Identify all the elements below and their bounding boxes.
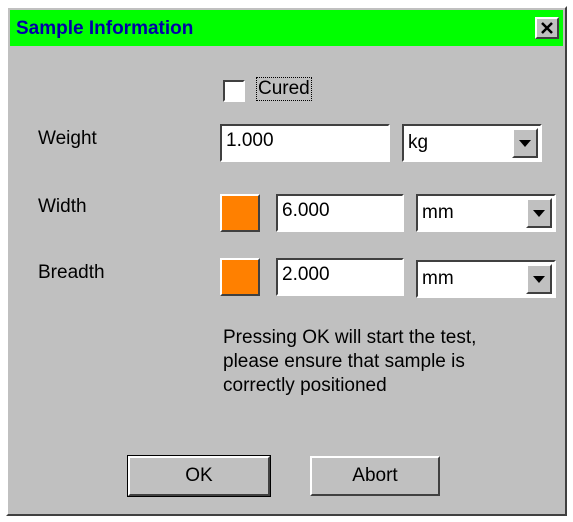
close-button[interactable] bbox=[535, 17, 559, 39]
breadth-label: Breadth bbox=[38, 262, 105, 283]
info-message-line-2: please ensure that sample is bbox=[223, 351, 465, 372]
weight-label: Weight bbox=[38, 128, 97, 149]
width-unit-value: mm bbox=[422, 202, 454, 223]
chevron-down-icon bbox=[533, 209, 545, 217]
width-label: Width bbox=[38, 196, 87, 217]
info-message: Pressing OK will start the test, please … bbox=[223, 326, 523, 398]
info-message-line-1: Pressing OK will start the test, bbox=[223, 327, 477, 348]
breadth-unit-dropdown-button[interactable] bbox=[526, 264, 552, 294]
breadth-input[interactable]: 2.000 bbox=[276, 258, 404, 296]
breadth-color-swatch[interactable] bbox=[220, 258, 260, 296]
sample-information-dialog: Sample Information Cured Weight 1.000 kg… bbox=[6, 6, 567, 516]
chevron-down-icon bbox=[533, 275, 545, 283]
width-color-swatch[interactable] bbox=[220, 194, 260, 232]
cured-label[interactable]: Cured bbox=[256, 77, 312, 101]
weight-unit-select[interactable]: kg bbox=[402, 124, 542, 162]
breadth-unit-value: mm bbox=[422, 268, 454, 289]
width-input[interactable]: 6.000 bbox=[276, 194, 404, 232]
info-message-line-3: correctly positioned bbox=[223, 375, 387, 396]
weight-unit-value: kg bbox=[408, 132, 429, 153]
title-bar[interactable]: Sample Information bbox=[10, 10, 563, 46]
weight-unit-dropdown-button[interactable] bbox=[512, 128, 538, 158]
cured-checkbox[interactable] bbox=[223, 80, 245, 102]
window-title: Sample Information bbox=[16, 18, 194, 39]
ok-button[interactable]: OK bbox=[127, 455, 271, 497]
abort-button[interactable]: Abort bbox=[310, 456, 440, 496]
weight-input[interactable]: 1.000 bbox=[220, 124, 390, 162]
chevron-down-icon bbox=[519, 139, 531, 147]
width-unit-dropdown-button[interactable] bbox=[526, 198, 552, 228]
close-icon bbox=[541, 22, 553, 34]
breadth-unit-select[interactable]: mm bbox=[416, 260, 556, 298]
width-unit-select[interactable]: mm bbox=[416, 194, 556, 232]
